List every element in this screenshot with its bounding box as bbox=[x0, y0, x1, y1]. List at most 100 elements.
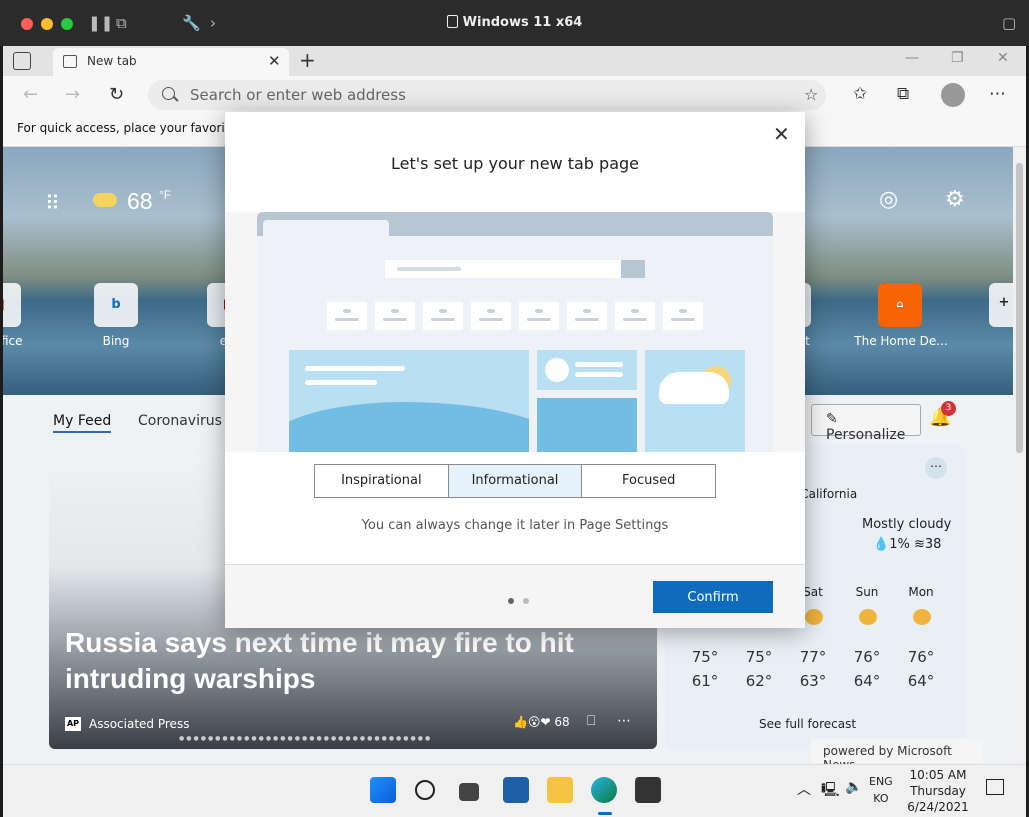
option-informational[interactable]: Informational bbox=[448, 465, 583, 497]
partly-sunny-icon bbox=[805, 609, 823, 625]
address-input[interactable] bbox=[190, 85, 750, 105]
favorites-icon[interactable]: ✩ bbox=[853, 84, 867, 104]
collections-icon[interactable]: ⧉ bbox=[897, 84, 909, 104]
forecast-low: 61° bbox=[691, 672, 719, 690]
clock[interactable]: 10:05 AM Thursday 6/24/2021 bbox=[905, 767, 971, 815]
scrollbar-thumb[interactable] bbox=[1016, 163, 1023, 453]
more-options-icon[interactable]: ⋯ bbox=[925, 457, 947, 479]
back-icon[interactable]: ← bbox=[23, 84, 38, 105]
more-options-icon[interactable]: ⋯ bbox=[617, 713, 631, 729]
new-tab-button[interactable]: + bbox=[299, 48, 316, 72]
notification-center-icon[interactable] bbox=[986, 779, 1004, 795]
forecast-high: 75° bbox=[745, 648, 773, 666]
dialog-footer: Confirm bbox=[225, 564, 805, 628]
search-icon[interactable] bbox=[415, 780, 435, 800]
partly-sunny-icon bbox=[913, 609, 931, 625]
host-title-bar: ❚❚ ⧉ 🔧 › Windows 11 x64 ▢ bbox=[0, 0, 1029, 46]
profile-avatar[interactable] bbox=[941, 83, 965, 107]
task-view-icon[interactable] bbox=[459, 783, 479, 801]
forecast-high: 77° bbox=[799, 648, 827, 666]
bookmark-icon[interactable]: ⎕ bbox=[587, 713, 595, 729]
quicklink-label: fice bbox=[3, 334, 23, 348]
restore-icon[interactable]: ❐ bbox=[951, 50, 964, 66]
layout-selector: Inspirational Informational Focused bbox=[314, 464, 716, 498]
forward-icon[interactable]: → bbox=[65, 84, 80, 105]
close-icon[interactable]: ✕ bbox=[997, 50, 1009, 66]
file-explorer-icon[interactable] bbox=[547, 777, 573, 803]
host-window-title: Windows 11 x64 bbox=[0, 15, 1029, 30]
partly-cloudy-icon bbox=[93, 193, 117, 207]
fullscreen-icon[interactable]: ▢ bbox=[1002, 14, 1016, 32]
forecast-low: 63° bbox=[799, 672, 827, 690]
more-menu-icon[interactable]: ⋯ bbox=[989, 84, 1006, 104]
add-quicklink-button[interactable]: + bbox=[989, 283, 1013, 327]
widgets-icon[interactable] bbox=[503, 777, 529, 803]
store-icon[interactable] bbox=[635, 777, 661, 803]
quicklink-home-depot[interactable]: ⌂ bbox=[878, 283, 922, 327]
forecast-high: 75° bbox=[691, 648, 719, 666]
close-icon[interactable]: ✕ bbox=[773, 122, 790, 146]
preview-illustration bbox=[257, 212, 773, 452]
option-focused[interactable]: Focused bbox=[582, 465, 716, 497]
chevron-up-icon[interactable]: ︿ bbox=[797, 779, 811, 799]
forecast-high: 76° bbox=[853, 648, 881, 666]
search-icon bbox=[162, 87, 175, 100]
taskbar: ︿ 🖳 🔈 ENG KO 10:05 AM Thursday 6/24/2021 bbox=[3, 764, 1026, 817]
quicklink-label: Bing bbox=[102, 334, 130, 348]
favorites-hint: For quick access, place your favorites h bbox=[17, 121, 255, 135]
start-icon[interactable] bbox=[370, 777, 396, 803]
droplet-icon: 💧 bbox=[873, 537, 890, 552]
browser-toolbar: ← → ↻ ☆ ✩ ⧉ ⋯ bbox=[3, 76, 1026, 114]
input-language[interactable]: ENG KO bbox=[869, 773, 893, 807]
forecast-low: 64° bbox=[907, 672, 935, 690]
see-full-forecast-link[interactable]: See full forecast bbox=[759, 717, 856, 731]
option-inspirational[interactable]: Inspirational bbox=[315, 465, 449, 497]
reactions[interactable]: 👍😮❤ 68 bbox=[513, 715, 570, 729]
notification-badge: 3 bbox=[941, 401, 956, 416]
weather-condition: Mostly cloudy bbox=[862, 517, 952, 532]
app-launcher-icon[interactable]: ⠿ bbox=[45, 191, 60, 215]
add-favorite-icon[interactable]: ☆ bbox=[804, 85, 818, 104]
weather-stats: 💧1% ≋38 bbox=[873, 537, 942, 552]
forecast-low: 64° bbox=[853, 672, 881, 690]
tab-new-tab[interactable]: New tab ✕ bbox=[53, 48, 289, 76]
forecast-day: Sun bbox=[855, 585, 879, 599]
new-tab-favicon-icon bbox=[63, 55, 77, 68]
dialog-title: Let's set up your new tab page bbox=[391, 154, 639, 173]
powered-by[interactable]: powered by Microsoft News bbox=[811, 739, 983, 764]
carousel-dots[interactable]: ●●●●●●●●●●●●●●●●●●●●●●●●●●●●●●●●●●● bbox=[179, 735, 432, 742]
weather-temp[interactable]: 68 °F bbox=[127, 188, 171, 215]
pager-dot bbox=[523, 598, 529, 604]
tab-actions-icon[interactable] bbox=[13, 52, 31, 70]
pager-dot-active bbox=[508, 598, 514, 604]
dialog-hint: You can always change it later in Page S… bbox=[361, 518, 669, 533]
network-icon[interactable]: 🖳 bbox=[821, 779, 840, 803]
partly-sunny-icon bbox=[859, 609, 877, 625]
setup-dialog: ✕ Let's set up your new tab page Inspira… bbox=[225, 112, 805, 628]
forecast-day: Mon bbox=[908, 585, 934, 599]
tab-strip: New tab ✕ + — ❐ ✕ bbox=[3, 46, 1026, 76]
personalize-button[interactable]: ✎ Personalize bbox=[811, 404, 921, 443]
quicklink-bing[interactable]: b bbox=[94, 283, 138, 327]
rewards-icon[interactable]: ◎ bbox=[879, 187, 898, 212]
address-bar[interactable]: ☆ bbox=[148, 80, 826, 110]
ap-logo-icon: AP bbox=[65, 717, 81, 731]
wind-icon: ≋ bbox=[913, 537, 925, 552]
tab-my-feed[interactable]: My Feed bbox=[53, 413, 112, 433]
minimize-icon[interactable]: — bbox=[905, 50, 919, 66]
page-scrollbar[interactable] bbox=[1013, 147, 1026, 764]
active-app-indicator bbox=[598, 812, 612, 815]
news-source: Associated Press bbox=[89, 717, 190, 731]
vm-icon bbox=[446, 15, 458, 28]
close-tab-icon[interactable]: ✕ bbox=[268, 52, 281, 70]
refresh-icon[interactable]: ↻ bbox=[109, 84, 124, 105]
confirm-button[interactable]: Confirm bbox=[653, 581, 773, 613]
tab-coronavirus[interactable]: Coronavirus bbox=[138, 413, 222, 429]
news-headline[interactable]: Russia says next time it may fire to hit… bbox=[65, 625, 625, 697]
quicklink-office[interactable]: ▣ bbox=[3, 283, 21, 327]
edge-icon[interactable] bbox=[591, 777, 617, 803]
gear-icon[interactable]: ⚙ bbox=[945, 187, 965, 212]
forecast-low: 62° bbox=[745, 672, 773, 690]
volume-icon[interactable]: 🔈 bbox=[845, 779, 862, 795]
forecast-high: 76° bbox=[907, 648, 935, 666]
